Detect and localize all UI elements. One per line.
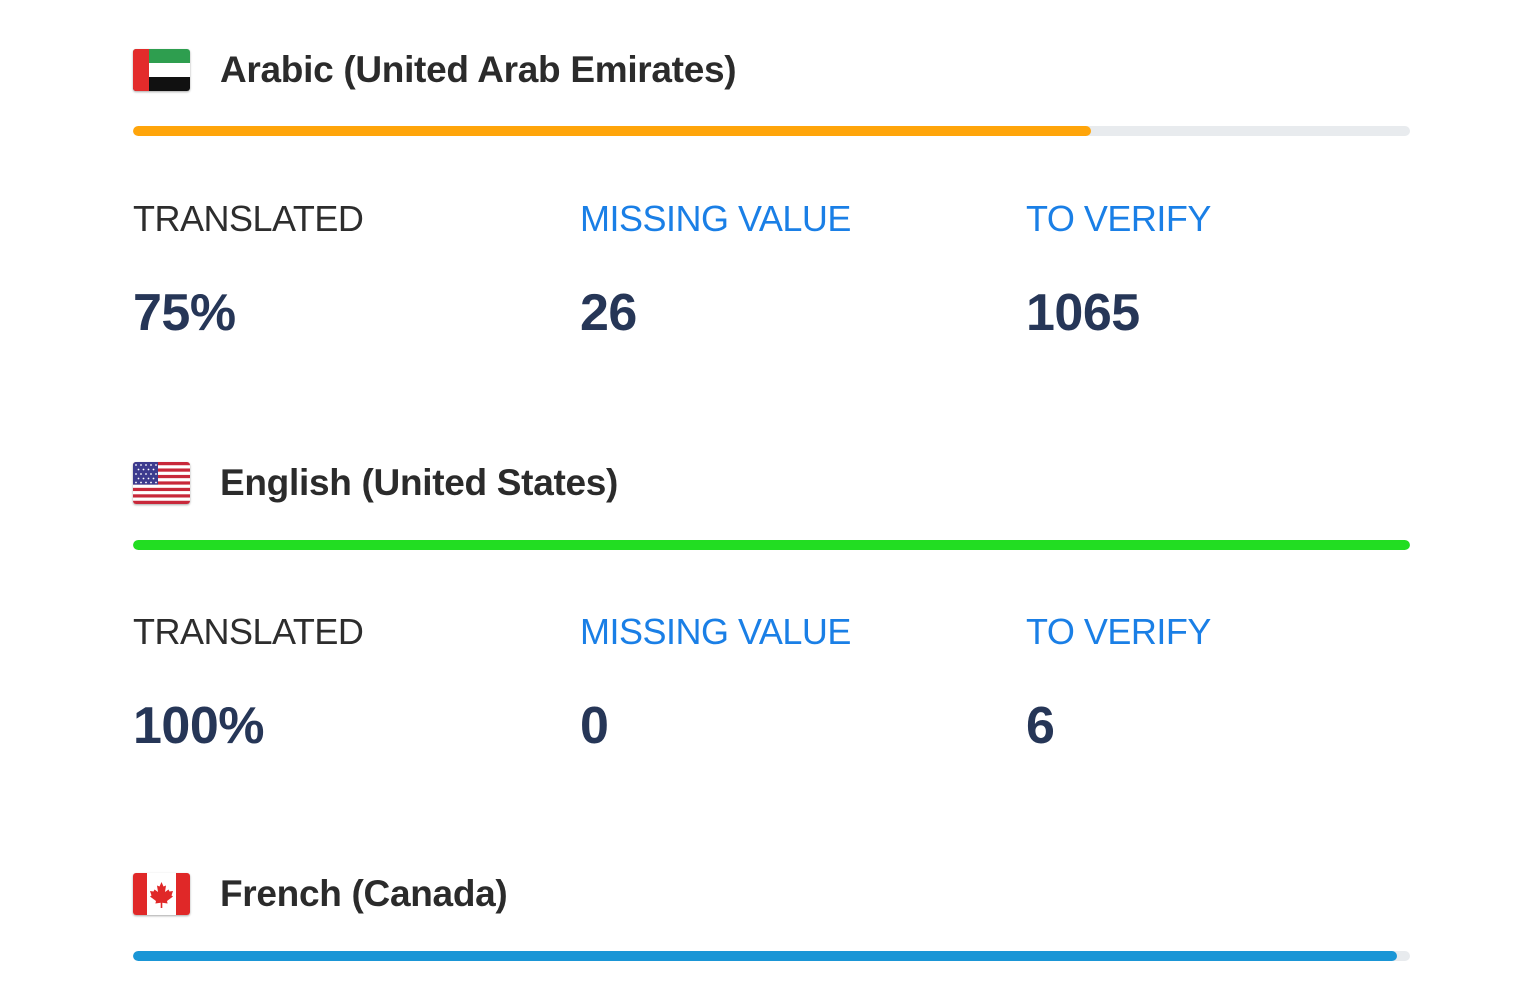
to-verify-count: 1065: [1026, 284, 1140, 342]
translated-label: TRANSLATED: [133, 611, 364, 652]
us-flag-icon: [133, 462, 190, 504]
progress-bar: [133, 951, 1410, 961]
missing-value-count: 0: [580, 697, 609, 755]
uae-flag-icon: [133, 49, 190, 91]
language-name[interactable]: Arabic (United Arab Emirates): [220, 49, 737, 91]
missing-value-link[interactable]: MISSING VALUE: [580, 199, 851, 239]
translated-label: TRANSLATED: [133, 198, 364, 239]
missing-value-stat[interactable]: MISSING VALUE 0: [580, 612, 851, 755]
language-name[interactable]: English (United States): [220, 462, 618, 504]
missing-value-count: 26: [580, 284, 637, 342]
canada-flag-icon: [133, 873, 190, 915]
language-name[interactable]: French (Canada): [220, 873, 508, 915]
missing-value-stat[interactable]: MISSING VALUE 26: [580, 199, 851, 342]
translated-value: 75%: [133, 284, 236, 342]
progress-fill: [133, 126, 1091, 136]
to-verify-stat[interactable]: TO VERIFY 6: [1026, 612, 1211, 755]
progress-bar: [133, 126, 1410, 136]
translated-stat: TRANSLATED 100%: [133, 611, 364, 755]
translated-stat: TRANSLATED 75%: [133, 198, 364, 342]
translated-value: 100%: [133, 697, 265, 755]
to-verify-stat[interactable]: TO VERIFY 1065: [1026, 199, 1211, 342]
missing-value-link[interactable]: MISSING VALUE: [580, 612, 851, 652]
to-verify-count: 6: [1026, 697, 1055, 755]
language-header: French (Canada): [133, 871, 508, 917]
progress-bar: [133, 540, 1410, 550]
language-header: English (United States): [133, 460, 618, 506]
to-verify-link[interactable]: TO VERIFY: [1026, 199, 1211, 239]
progress-fill: [133, 951, 1398, 961]
to-verify-link[interactable]: TO VERIFY: [1026, 612, 1211, 652]
language-header: Arabic (United Arab Emirates): [133, 47, 737, 93]
progress-fill: [133, 540, 1410, 550]
